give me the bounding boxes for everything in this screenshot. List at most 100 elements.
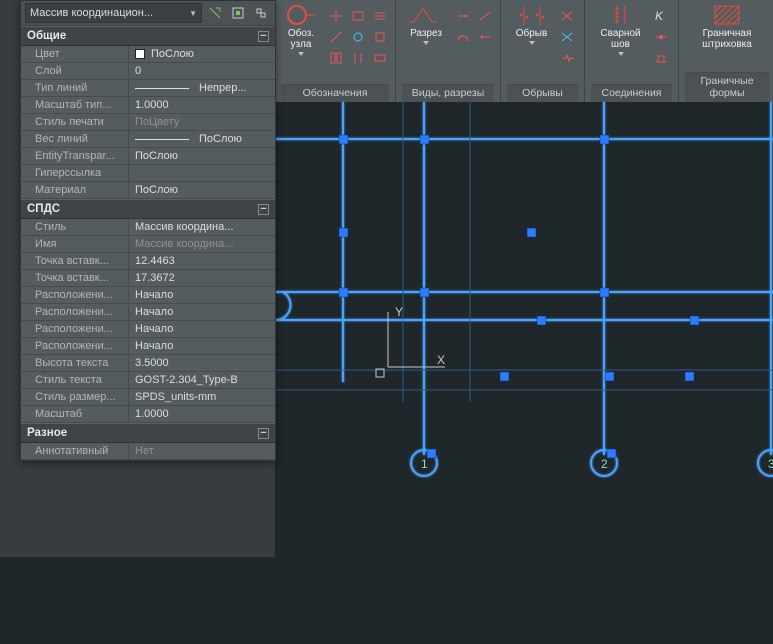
small-tool[interactable] — [454, 28, 472, 46]
property-value[interactable]: 17.3672 — [129, 270, 275, 286]
property-row[interactable]: Масштаб тип...1.0000 — [21, 97, 275, 114]
y-axis-label: Y — [395, 305, 403, 319]
property-value[interactable]: Массив координа... — [129, 236, 275, 252]
property-value[interactable]: SPDS_units-mm — [129, 389, 275, 405]
property-value-text: Непрер... — [199, 82, 247, 94]
panel-footer[interactable]: Обрывы — [507, 84, 578, 102]
property-row[interactable]: Масштаб1.0000 — [21, 406, 275, 423]
break-button[interactable]: Обрыв — [510, 4, 554, 67]
property-value[interactable]: Начало — [129, 338, 275, 354]
quick-select-button[interactable] — [205, 3, 225, 23]
panel-footer[interactable]: Виды, разрезы — [402, 84, 494, 102]
property-row[interactable]: Стиль текстаGOST-2.304_Type-B — [21, 372, 275, 389]
small-tool[interactable] — [349, 28, 367, 46]
boundary-hatch-button[interactable]: Граничнаяштриховка — [693, 4, 761, 50]
properties-toolbar: Массив координацион... ▼ — [21, 1, 275, 26]
small-tool[interactable] — [476, 7, 494, 25]
node-designation-button[interactable]: Обоз.узла — [281, 4, 321, 56]
section-icon — [411, 5, 441, 25]
line-sample — [135, 139, 189, 140]
property-value-text: Начало — [135, 323, 173, 335]
property-row[interactable]: Расположени...Начало — [21, 287, 275, 304]
small-tool[interactable] — [327, 28, 345, 46]
property-row[interactable]: ЦветПоСлою — [21, 46, 275, 63]
small-tool[interactable]: K — [652, 7, 670, 25]
property-row[interactable]: Точка вставк...12.4463 — [21, 253, 275, 270]
small-tool[interactable] — [371, 7, 389, 25]
property-value[interactable]: ПоСлою — [129, 182, 275, 198]
property-key: Стиль размер... — [21, 389, 129, 405]
property-value[interactable]: 3.5000 — [129, 355, 275, 371]
section-header-other[interactable]: Разное− — [21, 423, 275, 443]
property-value[interactable]: Начало — [129, 287, 275, 303]
boundary-hatch-label: Граничнаяштриховка — [702, 28, 752, 50]
small-tool[interactable] — [349, 7, 367, 25]
property-row[interactable]: Слой0 — [21, 63, 275, 80]
section-header-general[interactable]: Общие− — [21, 26, 275, 46]
property-value[interactable]: GOST-2.304_Type-B — [129, 372, 275, 388]
property-value[interactable]: ПоСлою — [129, 131, 275, 147]
property-value[interactable]: ПоЦвету — [129, 114, 275, 130]
property-value-text: ПоСлою — [135, 184, 178, 196]
small-tool[interactable] — [371, 28, 389, 46]
property-value-text: 12.4463 — [135, 255, 175, 267]
small-tool[interactable] — [454, 7, 472, 25]
small-tool[interactable] — [349, 49, 367, 67]
property-row[interactable]: Стиль печатиПоЦвету — [21, 114, 275, 131]
select-objects-button[interactable] — [228, 3, 248, 23]
property-row[interactable]: Гиперссылка — [21, 165, 275, 182]
section-header-spds[interactable]: СПДС− — [21, 199, 275, 219]
small-tool[interactable] — [652, 28, 670, 46]
small-tool[interactable] — [476, 28, 494, 46]
property-key: Имя — [21, 236, 129, 252]
property-row[interactable]: МатериалПоСлою — [21, 182, 275, 199]
small-tool[interactable] — [371, 49, 389, 67]
property-value-text: ПоСлою — [199, 133, 242, 145]
property-row[interactable]: Вес линийПоСлою — [21, 131, 275, 148]
property-value[interactable]: Массив координа... — [129, 219, 275, 235]
weld-seam-button[interactable]: Сварнойшов — [594, 4, 648, 67]
drawing-canvas[interactable]: 1 2 3 Y X — [275, 102, 773, 557]
panel-footer[interactable]: Соединения — [591, 84, 672, 102]
property-row[interactable]: Расположени...Начало — [21, 304, 275, 321]
property-value[interactable]: Нет — [129, 443, 275, 459]
property-value[interactable]: 1.0000 — [129, 97, 275, 113]
property-row[interactable]: Высота текста3.5000 — [21, 355, 275, 372]
property-value[interactable]: Непрер... — [129, 80, 275, 96]
property-row[interactable]: Тип линий Непрер... — [21, 80, 275, 97]
property-row[interactable]: АннотативныйНет — [21, 443, 275, 460]
panel-footer[interactable]: Граничные формы — [685, 72, 769, 102]
property-value-text: 1.0000 — [135, 408, 169, 420]
property-value[interactable]: ПоСлою — [129, 148, 275, 164]
property-row[interactable]: EntityTranspar...ПоСлою — [21, 148, 275, 165]
property-key: Слой — [21, 63, 129, 79]
small-tool[interactable] — [558, 49, 576, 67]
property-key: Тип линий — [21, 80, 129, 96]
property-value[interactable]: Начало — [129, 321, 275, 337]
section-button[interactable]: Разрез — [402, 4, 450, 46]
canvas-area-bottom[interactable] — [0, 557, 773, 644]
small-tool[interactable] — [652, 49, 670, 67]
small-tool[interactable] — [558, 28, 576, 46]
property-row[interactable]: Стиль размер...SPDS_units-mm — [21, 389, 275, 406]
property-row[interactable]: Точка вставк...17.3672 — [21, 270, 275, 287]
property-row[interactable]: СтильМассив координа... — [21, 219, 275, 236]
small-tool[interactable] — [558, 7, 576, 25]
property-value[interactable]: 1.0000 — [129, 406, 275, 422]
small-tool[interactable] — [327, 49, 345, 67]
property-row[interactable]: Расположени...Начало — [21, 321, 275, 338]
toggle-pinned-button[interactable] — [251, 3, 271, 23]
panel-granica: Граничнаяштриховка Граничные формы — [679, 0, 773, 102]
weld-seam-label: Сварнойшов — [600, 28, 640, 50]
section-title: Разное — [27, 427, 67, 439]
property-value[interactable]: 0 — [129, 63, 275, 79]
object-type-selector[interactable]: Массив координацион... ▼ — [25, 3, 202, 23]
panel-footer[interactable]: Обозначения — [281, 84, 389, 102]
property-row[interactable]: Расположени...Начало — [21, 338, 275, 355]
property-value[interactable]: 12.4463 — [129, 253, 275, 269]
small-tool[interactable] — [327, 7, 345, 25]
property-value[interactable]: Начало — [129, 304, 275, 320]
property-value[interactable] — [129, 165, 275, 181]
property-row[interactable]: ИмяМассив координа... — [21, 236, 275, 253]
property-value[interactable]: ПоСлою — [129, 46, 275, 62]
